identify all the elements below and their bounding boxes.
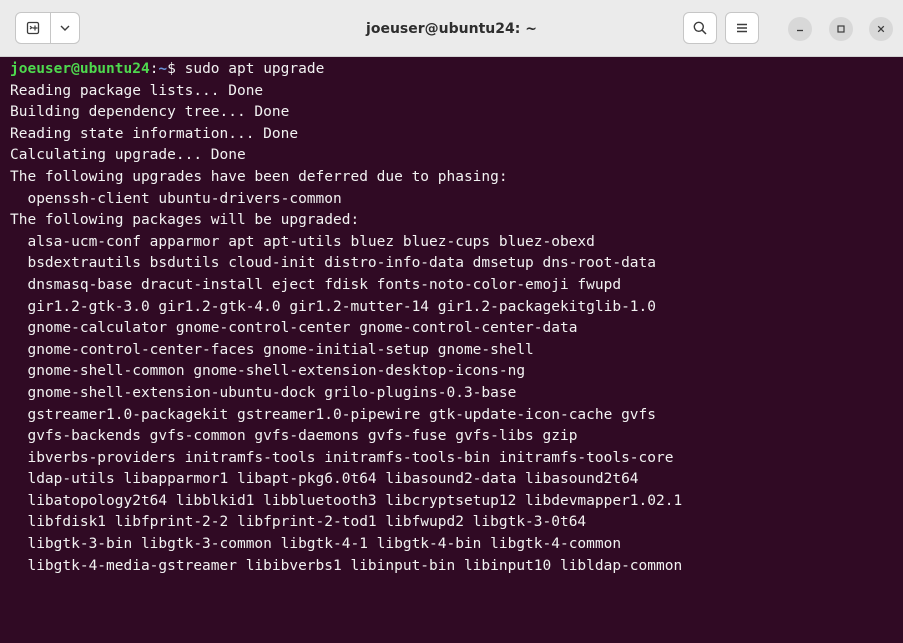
main-menu-button[interactable] <box>725 12 759 44</box>
output-line: Building dependency tree... Done <box>10 104 290 121</box>
output-line: alsa-ucm-conf apparmor apt apt-utils blu… <box>10 233 595 250</box>
tab-dropdown-button[interactable] <box>50 12 80 44</box>
search-button[interactable] <box>683 12 717 44</box>
terminal-new-tab-icon <box>25 20 41 36</box>
terminal-area[interactable]: joeuser@ubuntu24:~$ sudo apt upgrade Rea… <box>0 57 903 643</box>
hamburger-menu-icon <box>734 20 750 36</box>
terminal-output: joeuser@ubuntu24:~$ sudo apt upgrade Rea… <box>10 59 903 620</box>
output-line: openssh-client ubuntu-drivers-common <box>10 190 342 207</box>
output-line: Reading package lists... Done <box>10 82 264 99</box>
command-text: sudo apt upgrade <box>175 61 325 77</box>
output-line: gnome-shell-extension-ubuntu-dock grilo-… <box>10 384 517 401</box>
output-line: libfdisk1 libfprint-2-2 libfprint-2-tod1… <box>10 514 587 531</box>
search-icon <box>692 20 708 36</box>
output-line: bsdextrautils bsdutils cloud-init distro… <box>10 255 657 272</box>
window-title: joeuser@ubuntu24: ~ <box>366 20 537 37</box>
prompt-dollar: $ <box>167 61 176 77</box>
close-button[interactable] <box>869 17 893 41</box>
prompt-user-host: joeuser@ubuntu24 <box>10 61 150 77</box>
output-line: dnsmasq-base dracut-install eject fdisk … <box>10 276 622 293</box>
prompt-line: joeuser@ubuntu24:~$ sudo apt upgrade <box>10 59 903 81</box>
terminal-window: joeuser@ubuntu24: ~ joeuser@ubuntu24:~$ … <box>0 0 903 643</box>
minimize-button[interactable] <box>788 17 812 41</box>
output-line: ibverbs-providers initramfs-tools initra… <box>10 449 674 466</box>
output-line: Reading state information... Done <box>10 125 299 142</box>
maximize-button[interactable] <box>829 17 853 41</box>
output-line: Calculating upgrade... Done <box>10 147 246 164</box>
output-line: libatopology2t64 libblkid1 libbluetooth3… <box>10 492 683 509</box>
output-line: gir1.2-gtk-3.0 gir1.2-gtk-4.0 gir1.2-mut… <box>10 298 657 315</box>
output-line: libgtk-3-bin libgtk-3-common libgtk-4-1 … <box>10 536 622 553</box>
prompt-path: ~ <box>158 61 168 77</box>
output-line: gnome-calculator gnome-control-center gn… <box>10 320 578 337</box>
output-line: gnome-shell-common gnome-shell-extension… <box>10 363 526 380</box>
output-line: The following packages will be upgraded: <box>10 212 360 229</box>
output-line: gvfs-backends gvfs-common gvfs-daemons g… <box>10 428 578 445</box>
output-line: gstreamer1.0-packagekit gstreamer1.0-pip… <box>10 406 657 423</box>
chevron-down-icon <box>58 21 72 35</box>
maximize-icon <box>835 23 847 35</box>
output-line: gnome-control-center-faces gnome-initial… <box>10 341 534 358</box>
output-line: libgtk-4-media-gstreamer libibverbs1 lib… <box>10 557 683 574</box>
minimize-icon <box>794 23 806 35</box>
output-line: ldap-utils libapparmor1 libapt-pkg6.0t64… <box>10 471 639 488</box>
output-line: The following upgrades have been deferre… <box>10 168 508 185</box>
new-tab-button[interactable] <box>15 12 51 44</box>
header-bar: joeuser@ubuntu24: ~ <box>0 0 903 57</box>
close-icon <box>875 23 887 35</box>
